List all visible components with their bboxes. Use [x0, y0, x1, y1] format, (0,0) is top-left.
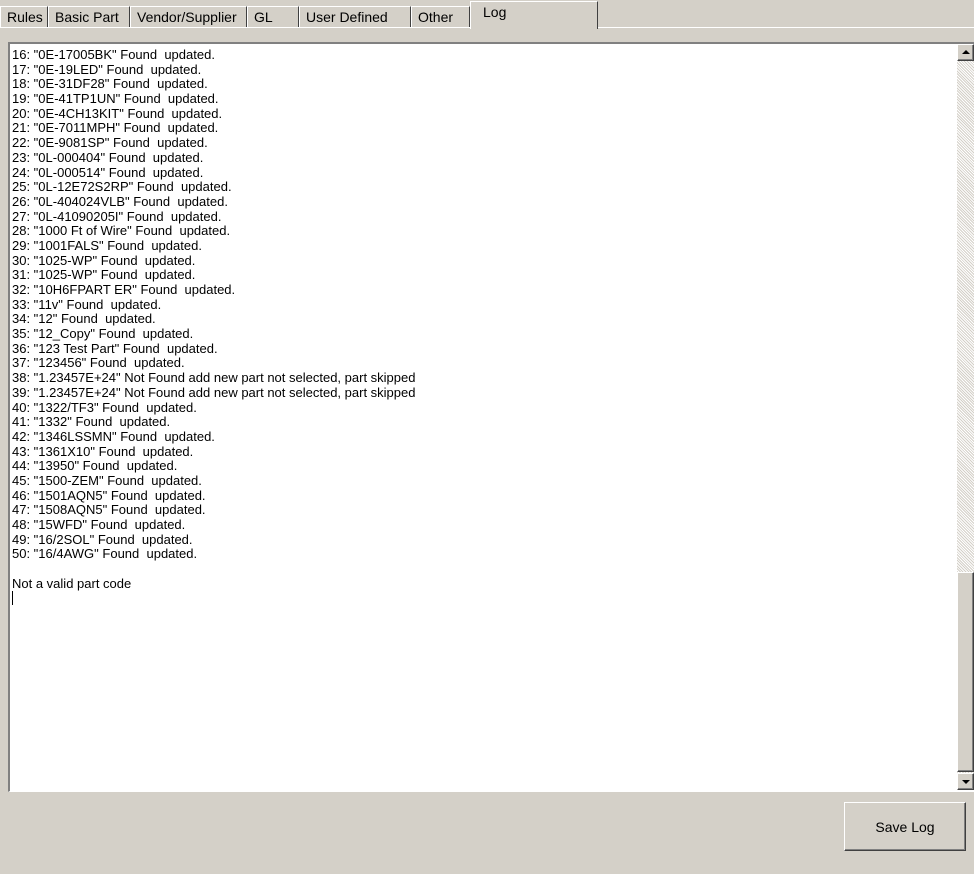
log-line: 28: "1000 Ft of Wire" Found updated.: [12, 223, 231, 239]
log-blank-line: [12, 562, 952, 577]
log-line: 41: "1332" Found updated.: [12, 414, 171, 430]
log-line: 46: "1501AQN5" Found updated.: [12, 487, 206, 503]
log-line: 24: "0L-000514" Found updated.: [12, 164, 204, 180]
log-line: 43: "1361X10" Found updated.: [12, 443, 194, 459]
log-line: 47: "1508AQN5" Found updated.: [12, 502, 206, 518]
log-tab-panel: 16: "0E-17005BK" Found updated. 17: "0E-1…: [0, 28, 974, 874]
scroll-up-button[interactable]: [957, 44, 974, 61]
log-line: 29: "1001FALS" Found updated.: [12, 237, 202, 253]
log-line: 18: "0E-31DF28" Found updated.: [12, 76, 208, 92]
log-line: 17: "0E-19LED" Found updated.: [12, 61, 202, 77]
log-line: 38: "1.23457E+24" Not Found add new part…: [12, 370, 416, 386]
log-window: Rules Basic Part Vendor/Supplier GL User…: [0, 0, 974, 874]
log-line: 42: "1346LSSMN" Found updated.: [12, 428, 215, 444]
log-textbox[interactable]: 16: "0E-17005BK" Found updated. 17: "0E-1…: [8, 42, 974, 792]
log-line: 50: "16/4AWG" Found updated.: [12, 546, 198, 562]
log-line: 49: "16/2SOL" Found updated.: [12, 531, 193, 547]
log-line: 45: "1500-ZEM" Found updated.: [12, 472, 202, 488]
vertical-scrollbar[interactable]: [957, 44, 974, 790]
log-text-content[interactable]: 16: "0E-17005BK" Found updated. 17: "0E-1…: [12, 48, 952, 788]
tab-strip: Rules Basic Part Vendor/Supplier GL User…: [0, 0, 974, 29]
log-line: 25: "0L-12E72S2RP" Found updated.: [12, 179, 232, 195]
scrollbar-thumb[interactable]: [957, 572, 974, 772]
log-line: 30: "1025-WP" Found updated.: [12, 252, 196, 268]
save-log-button[interactable]: Save Log: [844, 802, 966, 851]
log-line: 40: "1322/TF3" Found updated.: [12, 399, 197, 415]
log-line: 39: "1.23457E+24" Not Found add new part…: [12, 384, 416, 400]
tab-user-defined[interactable]: User Defined: [299, 6, 411, 27]
tab-vendor-supplier[interactable]: Vendor/Supplier: [130, 6, 247, 27]
scroll-down-arrow-icon: [962, 780, 970, 784]
log-line: 31: "1025-WP" Found updated.: [12, 267, 196, 283]
log-line: 37: "123456" Found updated.: [12, 355, 185, 371]
scroll-down-button[interactable]: [957, 773, 974, 790]
tab-gl[interactable]: GL: [247, 6, 299, 27]
log-line: 23: "0L-000404" Found updated.: [12, 149, 204, 165]
log-line: 44: "13950" Found updated.: [12, 458, 178, 474]
log-footer-message: Not a valid part code: [12, 575, 132, 591]
log-line: 16: "0E-17005BK" Found updated.: [12, 48, 215, 62]
log-line: 22: "0E-9081SP" Found updated.: [12, 135, 208, 151]
log-line: 33: "11v" Found updated.: [12, 296, 162, 312]
log-line: 35: "12_Copy" Found updated.: [12, 326, 194, 342]
scroll-up-arrow-icon: [962, 50, 970, 54]
log-line: 32: "10H6FPART ER" Found updated.: [12, 282, 236, 297]
log-line: 48: "15WFD" Found updated.: [12, 517, 186, 532]
log-line: 26: "0L-404024VLB" Found updated.: [12, 193, 228, 209]
log-line: 34: "12" Found updated.: [12, 311, 156, 327]
log-line: 19: "0E-41TP1UN" Found updated.: [12, 91, 219, 107]
tab-other[interactable]: Other: [411, 6, 470, 27]
log-caret-line: [12, 591, 952, 606]
log-line: 20: "0E-4CH13KIT" Found updated.: [12, 105, 223, 121]
tab-rules[interactable]: Rules: [0, 6, 48, 27]
tab-log[interactable]: Log: [470, 1, 598, 29]
text-caret: [12, 591, 13, 606]
log-line: 36: "123 Test Part" Found updated.: [12, 340, 218, 356]
log-line: 27: "0L-41090205I" Found updated.: [12, 208, 222, 224]
log-line: 21: "0E-7011MPH" Found updated.: [12, 120, 219, 136]
tab-basic-part[interactable]: Basic Part: [48, 6, 130, 27]
